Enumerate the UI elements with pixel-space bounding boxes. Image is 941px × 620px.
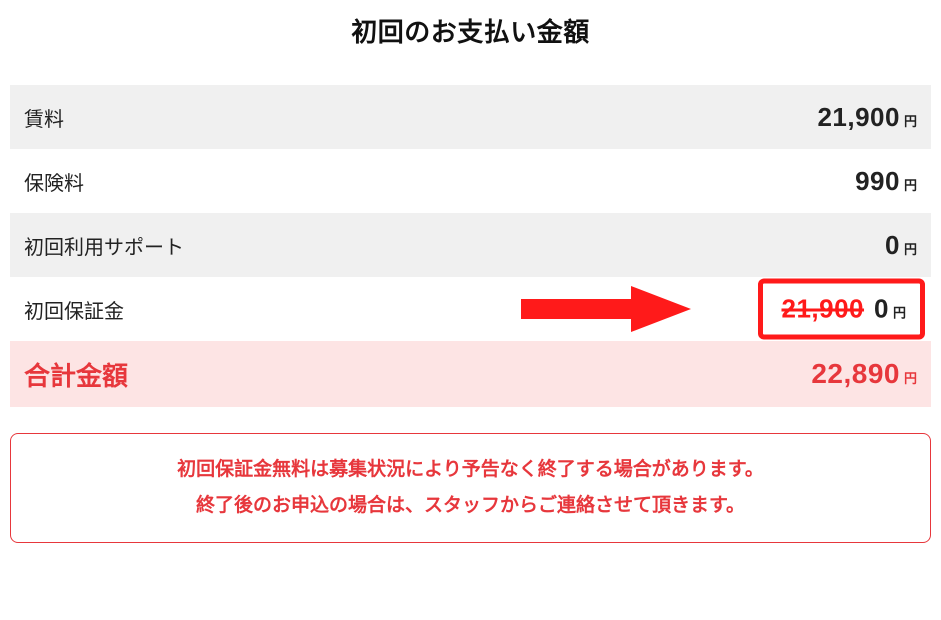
total-label: 合計金額 <box>24 356 128 393</box>
total-unit: 円 <box>902 368 917 387</box>
deposit-value: 0 <box>874 294 889 325</box>
notice-line-2: 終了後のお申込の場合は、スタッフからご連絡させて頂きます。 <box>21 488 920 524</box>
emphasis-arrow-icon <box>521 284 691 334</box>
deposit-highlight-box: 21,900 0 円 <box>758 279 925 340</box>
row-rent: 賃料 21,900 円 <box>10 85 931 149</box>
insurance-unit: 円 <box>902 175 917 194</box>
deposit-label: 初回保証金 <box>24 295 124 324</box>
deposit-value-wrap: 0 円 <box>874 294 906 325</box>
insurance-value-wrap: 990 円 <box>855 166 917 197</box>
row-support: 初回利用サポート 0 円 <box>10 213 931 277</box>
support-value: 0 <box>885 230 900 261</box>
total-value: 22,890 <box>811 358 900 390</box>
rent-unit: 円 <box>902 111 917 130</box>
deposit-unit: 円 <box>891 303 906 322</box>
total-value-wrap: 22,890 円 <box>811 358 917 390</box>
rent-label: 賃料 <box>24 103 64 132</box>
notice-box: 初回保証金無料は募集状況により予告なく終了する場合があります。 終了後のお申込の… <box>10 433 931 543</box>
page-title: 初回のお支払い金額 <box>10 0 931 85</box>
row-deposit: 初回保証金 21,900 0 円 <box>10 277 931 341</box>
row-insurance: 保険料 990 円 <box>10 149 931 213</box>
row-total: 合計金額 22,890 円 <box>10 341 931 407</box>
rent-value-wrap: 21,900 円 <box>817 102 917 133</box>
notice-line-1: 初回保証金無料は募集状況により予告なく終了する場合があります。 <box>21 452 920 488</box>
support-label: 初回利用サポート <box>24 231 184 260</box>
deposit-old-value: 21,900 <box>781 294 864 325</box>
insurance-label: 保険料 <box>24 167 84 196</box>
insurance-value: 990 <box>855 166 900 197</box>
support-value-wrap: 0 円 <box>885 230 917 261</box>
rent-value: 21,900 <box>817 102 900 133</box>
support-unit: 円 <box>902 239 917 258</box>
